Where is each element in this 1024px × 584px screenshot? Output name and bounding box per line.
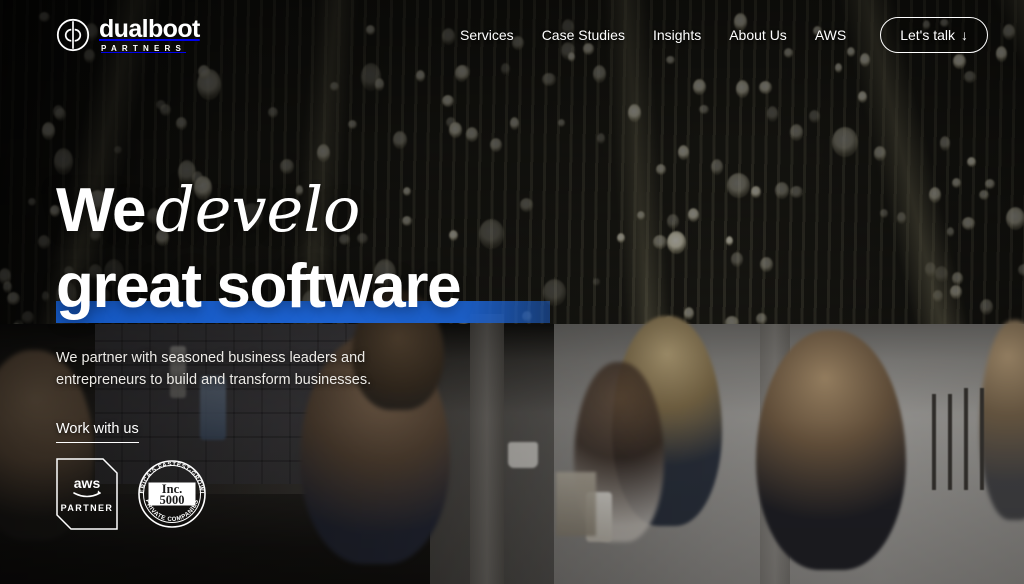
inc-5000-badge: AMERICA'S FASTEST-GROWING PRIVATE COMPAN… [136,458,206,528]
dualboot-circle-monogram-icon [56,18,90,52]
hero-subtitle: We partner with seasoned business leader… [56,350,372,388]
inc-mark-line2: 5000 [160,493,185,507]
logo-wordmark: dualboot [99,15,200,43]
aws-wordmark: aws [74,475,101,491]
work-with-us-link[interactable]: Work with us [56,421,139,443]
headline-typed-word: develo [155,173,361,246]
nav-item-case-studies[interactable]: Case Studies [542,27,625,43]
hero-copy: We develo great software We partner with … [56,172,550,443]
logo-subtitle: PARTNERS [101,44,187,53]
certification-badges: aws PARTNER AMERICA'S FASTEST-GROWING PR… [56,458,208,530]
aws-tier-label: PARTNER [61,503,114,513]
hero-section: dualboot PARTNERS Services Case Studies … [0,0,1024,584]
headline-line-2: great software [56,249,550,325]
headline-static-word: We [56,176,146,245]
logo-link[interactable]: dualboot PARTNERS [56,17,200,53]
aws-partner-badge: aws PARTNER [56,458,118,530]
nav-item-services[interactable]: Services [460,27,514,43]
main-navigation: Services Case Studies Insights About Us … [460,17,988,53]
nav-item-aws[interactable]: AWS [815,27,846,43]
nav-item-insights[interactable]: Insights [653,27,701,43]
lets-talk-button[interactable]: Let's talk ↓ [880,17,988,53]
headline-line-2-text: great software [56,252,462,321]
arrow-down-icon: ↓ [961,27,968,43]
lets-talk-label: Let's talk [900,27,955,43]
headline-line-1: We develo [56,172,460,249]
nav-item-about-us[interactable]: About Us [729,27,787,43]
site-header: dualboot PARTNERS Services Case Studies … [0,0,1024,70]
hero-headline: We develo great software [56,172,550,325]
